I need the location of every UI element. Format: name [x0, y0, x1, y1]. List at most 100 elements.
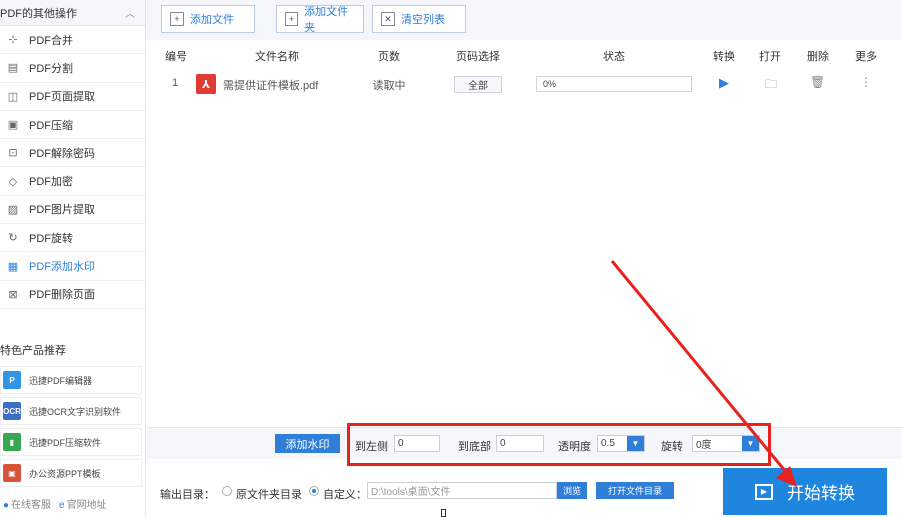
sidebar-item-label: PDF加密	[29, 176, 73, 189]
sidebar-item[interactable]: ▨ PDF图片提取	[0, 196, 145, 225]
recommend-item[interactable]: ▮ 迅捷PDF压缩软件	[0, 428, 142, 456]
shield-icon: ◇	[8, 175, 18, 188]
col-status: 状态	[603, 51, 625, 63]
clear-list-button[interactable]: ✕ 清空列表	[372, 5, 466, 33]
status-progress-bar: 0%	[536, 76, 692, 92]
online-service-label: 在线客服	[11, 500, 52, 511]
add-folder-icon: +	[285, 12, 299, 26]
recommend-title: 特色产品推荐	[0, 345, 66, 357]
split-icon: ▤	[7, 62, 19, 75]
original-folder-radio[interactable]	[222, 486, 232, 496]
col-more: 更多	[855, 51, 877, 63]
pdf-editor-logo: P	[3, 371, 21, 389]
sidebar-item[interactable]: ▤ PDF分割	[0, 54, 145, 83]
sidebar-item-label: PDF解除密码	[29, 147, 95, 160]
recommend-item[interactable]: P 迅捷PDF编辑器	[0, 366, 142, 394]
col-delete: 删除	[807, 51, 829, 63]
sidebar-item[interactable]: ⊠ PDF删除页面	[0, 281, 145, 309]
start-convert-button[interactable]: ▶ 开始转换	[723, 468, 887, 515]
sidebar-item-label: PDF删除页面	[29, 289, 95, 302]
col-open: 打开	[759, 51, 781, 63]
status-progress-label: 0%	[543, 79, 557, 89]
play-icon[interactable]: ▶	[717, 75, 731, 91]
output-dir-label: 输出目录：	[160, 489, 215, 501]
sidebar-item-label: PDF页面提取	[29, 91, 95, 104]
col-convert: 转换	[713, 51, 735, 63]
recommend-item-label: 迅捷PDF编辑器	[29, 375, 93, 386]
chevron-up-icon[interactable]: ︿	[125, 5, 135, 20]
sidebar-header[interactable]: PDF的其他操作 ︿	[0, 0, 145, 26]
pdf-compress-logo: ▮	[3, 433, 21, 451]
add-file-icon: +	[170, 12, 184, 26]
sidebar-item-label: PDF添加水印	[29, 261, 95, 274]
online-service-link[interactable]: ● 在线客服	[3, 496, 51, 511]
image-icon: ▨	[7, 203, 19, 216]
sidebar-item-label: PDF分割	[29, 62, 73, 75]
custom-folder-radio[interactable]	[309, 486, 319, 496]
sidebar-header-label: PDF的其他操作	[0, 7, 77, 20]
recommend-item[interactable]: OCR 迅捷OCR文字识别软件	[0, 397, 142, 425]
ocr-logo: OCR	[3, 402, 21, 420]
recommend-item-label: 迅捷OCR文字识别软件	[29, 406, 121, 417]
folder-open-icon[interactable]: 🗀	[763, 75, 779, 96]
sidebar-item[interactable]: ↻ PDF旋转	[0, 224, 145, 253]
pdf-file-icon: ⅄	[196, 74, 216, 94]
sidebar-item[interactable]: ▦ PDF添加水印	[0, 252, 145, 281]
more-icon[interactable]: ⋮	[859, 75, 873, 89]
add-file-label: 添加文件	[190, 14, 234, 26]
add-file-button[interactable]: + 添加文件	[161, 5, 255, 33]
table-row[interactable]: 1 ⅄ 需提供证件模板.pdf 读取中 全部 0% ▶ 🗀 🗑 ⋮	[147, 68, 902, 98]
add-watermark-button[interactable]: 添加水印	[275, 434, 340, 453]
sidebar-item[interactable]: ⊹ PDF合并	[0, 26, 145, 55]
trash-icon[interactable]: 🗑	[810, 75, 825, 89]
open-dir-button[interactable]: 打开文件目录	[596, 482, 674, 499]
clear-list-label: 清空列表	[401, 14, 445, 26]
recommend-item-label: 迅捷PDF压缩软件	[29, 437, 102, 448]
recommend-item-label: 办公资源PPT模板	[29, 468, 101, 479]
unlock-icon: ⊡	[8, 147, 18, 160]
text-cursor	[441, 509, 446, 517]
compress-icon: ▣	[7, 119, 19, 132]
recommend-item[interactable]: ▣ 办公资源PPT模板	[0, 459, 142, 487]
annotation-highlight-box	[347, 423, 771, 466]
output-settings: 输出目录： 原文件夹目录 自定义： D:\tools\桌面\文件 浏览 打开文件…	[147, 460, 902, 517]
sidebar: PDF的其他操作 ︿ ⊹ PDF合并 ▤ PDF分割 ◫ PDF页面提取 ▣ PDF压缩 ⊡ PD…	[0, 0, 146, 517]
start-convert-label: 开始转换	[787, 484, 855, 503]
sidebar-item-label: PDF压缩	[29, 119, 73, 132]
sidebar-item-label: PDF旋转	[29, 232, 73, 245]
add-folder-button[interactable]: + 添加文件夹	[276, 5, 364, 34]
sidebar-item-label: PDF合并	[29, 34, 73, 47]
toolbar: + 添加文件 + 添加文件夹 ✕ 清空列表	[147, 0, 902, 40]
watermark-icon: ▦	[7, 260, 19, 273]
col-filename: 文件名称	[255, 51, 299, 63]
play-box-icon: ▶	[755, 483, 773, 500]
col-index: 编号	[165, 51, 187, 63]
page-select-button[interactable]: 全部	[454, 76, 502, 93]
row-pages: 读取中	[372, 80, 406, 92]
user-icon: ●	[3, 500, 10, 511]
delete-page-icon: ⊠	[8, 288, 18, 301]
browse-button[interactable]: 浏览	[557, 482, 587, 499]
sidebar-item-label: PDF图片提取	[29, 204, 95, 217]
add-folder-label: 添加文件夹	[304, 6, 349, 34]
sidebar-item[interactable]: ◫ PDF页面提取	[0, 83, 145, 111]
sidebar-item[interactable]: ⊡ PDF解除密码	[0, 139, 145, 168]
clear-icon: ✕	[381, 12, 395, 26]
sidebar-item[interactable]: ▣ PDF压缩	[0, 111, 145, 140]
output-path-input[interactable]: D:\tools\桌面\文件	[367, 482, 557, 499]
col-pages: 页数	[378, 51, 400, 63]
merge-icon: ⊹	[8, 34, 18, 47]
table-header: 编号 文件名称 页数 页码选择 状态 转换 打开 删除 更多	[147, 45, 902, 67]
row-filename: 需提供证件模板.pdf	[223, 80, 319, 92]
ppt-template-logo: ▣	[3, 464, 21, 482]
original-folder-label: 原文件夹目录	[236, 489, 302, 501]
website-label: 官网地址	[66, 500, 107, 511]
rotate-icon: ↻	[8, 232, 18, 245]
sidebar-footer: ● 在线客服 e 官网地址	[0, 496, 107, 511]
sidebar-item[interactable]: ◇ PDF加密	[0, 167, 145, 196]
browser-icon: e	[59, 500, 65, 511]
extract-page-icon: ◫	[7, 90, 19, 103]
custom-folder-label: 自定义：	[323, 489, 367, 501]
website-link[interactable]: e 官网地址	[59, 496, 107, 511]
col-page-select: 页码选择	[456, 51, 500, 63]
